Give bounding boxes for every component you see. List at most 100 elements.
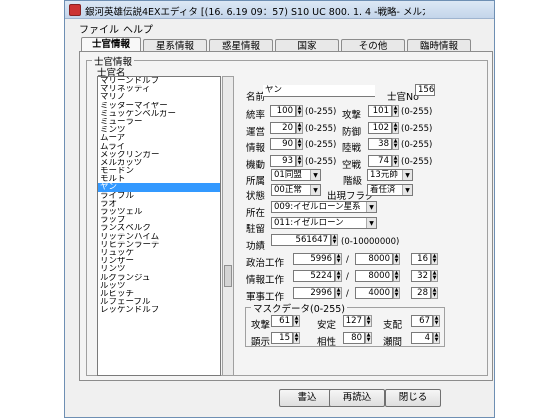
list-item[interactable]: ミュッケンベルガー [98,110,220,118]
work-current-spinner[interactable]: ▲ ▼ [335,253,342,265]
list-item[interactable]: リンザー [98,257,220,265]
menu-help[interactable]: ヘルプ [123,21,153,36]
work-level-spinner[interactable]: ▲ ▼ [431,270,438,282]
status-select[interactable]: 00正常 ▼ [271,184,321,196]
list-item[interactable]: ランズベルク [98,224,220,232]
merit-field[interactable]: 561647 [271,234,331,246]
stat-label: 空戦 [342,159,362,171]
work-level-field[interactable]: 16 [411,253,431,265]
merit-spinner[interactable]: ▲ ▼ [331,234,338,246]
mask-field[interactable]: 15 [271,332,293,344]
stat-spinner[interactable]: ▲ ▼ [392,138,399,150]
list-item[interactable]: ルビッチ [98,290,220,298]
title-bar[interactable]: 銀河英雄伝説4EXエディタ [(16. 6.19 09：57) S10 UC 8… [65,1,494,19]
list-item[interactable]: リヒテンラーデ [98,241,220,249]
officer-list[interactable]: マリーンドルフ マリネッティ マリノ ミッターマイヤー ミュッケンベルガー ミューラー ミン… [97,76,221,376]
list-item[interactable]: ミッターマイヤー [98,102,220,110]
work-level-spinner[interactable]: ▲ ▼ [431,253,438,265]
work-level-field[interactable]: 28 [411,287,431,299]
stat-field[interactable]: 74 [368,154,392,167]
work-max-spinner[interactable]: ▲ ▼ [393,287,400,299]
list-item[interactable]: ヤン [98,183,220,192]
list-item[interactable]: リュッケ [98,249,220,257]
mask-spinner[interactable]: ▲ ▼ [365,315,372,327]
mask-spinner[interactable]: ▲ ▼ [293,332,300,344]
mask-spinner[interactable]: ▲ ▼ [433,332,440,344]
mask-spinner[interactable]: ▲ ▼ [433,315,440,327]
chevron-down-icon: ▼ [402,185,412,195]
stat-spinner[interactable]: ▲ ▼ [392,121,399,134]
list-item[interactable]: メルカッツ [98,159,220,167]
stat-field[interactable]: 93 [270,154,296,167]
list-item[interactable]: ライブル [98,192,220,200]
list-item[interactable]: マリーンドルフ [98,77,220,85]
work-current-spinner[interactable]: ▲ ▼ [335,287,342,299]
work-max-spinner[interactable]: ▲ ▼ [393,270,400,282]
editor-window: 銀河英雄伝説4EXエディタ [(16. 6.19 09：57) S10 UC 8… [64,0,495,418]
reread-button[interactable]: 再読込 [329,389,385,407]
work-current-field[interactable]: 5996 [293,253,335,265]
scroll-thumb[interactable] [224,265,232,287]
close-button[interactable]: 閉じる [385,389,441,407]
stat-spinner[interactable]: ▲ ▼ [296,154,303,167]
name-field[interactable]: ヤン [263,85,375,97]
list-item[interactable]: リンツ [98,265,220,273]
list-item[interactable]: ミンツ [98,126,220,134]
work-current-spinner[interactable]: ▲ ▼ [335,270,342,282]
mask-field[interactable]: 67 [411,315,433,327]
list-item[interactable]: マリネッティ [98,85,220,93]
stat-field[interactable]: 101 [368,105,392,117]
stat-spinner[interactable]: ▲ ▼ [392,154,399,167]
stat-field[interactable]: 100 [270,105,296,117]
work-current-field[interactable]: 2996 [293,287,335,299]
work-max-field[interactable]: 8000 [355,253,393,265]
list-item[interactable]: マリノ [98,93,220,101]
list-item[interactable]: レッケンドルフ [98,306,220,314]
work-max-spinner[interactable]: ▲ ▼ [393,253,400,265]
list-item[interactable]: ムーア [98,134,220,142]
mask-field[interactable]: 61 [271,315,293,327]
list-item[interactable]: モードン [98,167,220,175]
work-max-field[interactable]: 8000 [355,270,393,282]
stat-field[interactable]: 20 [270,121,296,134]
rank-select[interactable]: 13元帥 ▼ [367,169,413,181]
mask-field[interactable]: 4 [411,332,433,344]
list-item[interactable]: ルッツ [98,282,220,290]
list-item[interactable]: ラップ [98,216,220,224]
list-item[interactable]: ラオ [98,200,220,208]
list-item[interactable]: ラッツェル [98,208,220,216]
location-select[interactable]: 009:イゼルローン星系 ▼ [271,201,377,213]
stat-field[interactable]: 90 [270,138,296,150]
mask-field[interactable]: 80 [343,332,365,344]
list-item[interactable]: ミューラー [98,118,220,126]
station-select[interactable]: 011:イゼルローン ▼ [271,217,377,229]
work-level-field[interactable]: 32 [411,270,431,282]
list-item[interactable]: ルフェーブル [98,298,220,306]
mask-field[interactable]: 127 [343,315,365,327]
list-item[interactable]: ルグランジュ [98,274,220,282]
stat-range: (0-255) [401,140,433,150]
write-button[interactable]: 書込 [279,389,335,407]
stat-field[interactable]: 38 [368,138,392,150]
work-level-spinner[interactable]: ▲ ▼ [431,287,438,299]
stat-spinner[interactable]: ▲ ▼ [296,138,303,150]
chevron-down-icon: ▼ [402,170,412,180]
mask-spinner[interactable]: ▲ ▼ [293,315,300,327]
officer-list-scrollbar[interactable] [222,76,234,376]
stat-spinner[interactable]: ▲ ▼ [296,121,303,134]
menu-file[interactable]: ファイル [79,21,119,36]
rank-label: 階級 [343,176,363,187]
list-item[interactable]: メックリンガー [98,151,220,159]
work-max-field[interactable]: 4000 [355,287,393,299]
list-item[interactable]: モルト [98,175,220,183]
list-item[interactable]: ムライ [98,143,220,151]
appear-flag-select[interactable]: 着任済 ▼ [367,184,413,196]
stat-spinner[interactable]: ▲ ▼ [392,105,399,117]
list-item[interactable]: リッテンハイム [98,233,220,241]
mask-spinner[interactable]: ▲ ▼ [365,332,372,344]
stat-range: (0-255) [401,107,433,117]
affiliation-select[interactable]: 01同盟 ▼ [271,169,321,181]
stat-spinner[interactable]: ▲ ▼ [296,105,303,117]
work-current-field[interactable]: 5224 [293,270,335,282]
stat-field[interactable]: 102 [368,121,392,134]
